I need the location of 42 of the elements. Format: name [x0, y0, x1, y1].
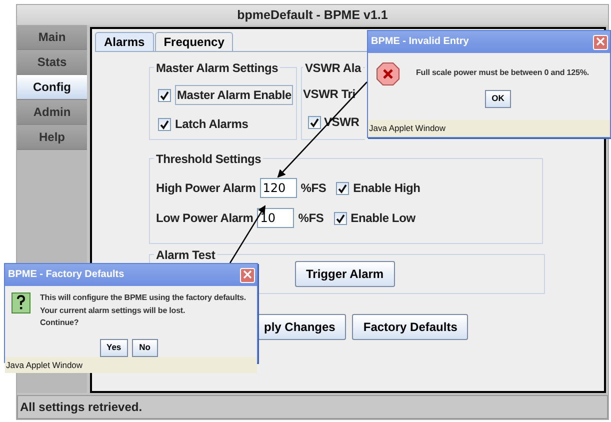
sidebar-item[interactable]: Admin	[17, 100, 87, 125]
checkbox-label: Enable High	[353, 180, 420, 197]
dialog-footer: Java Applet Window	[368, 120, 610, 137]
field-label: Low Power Alarm	[156, 210, 254, 227]
dialog-message: Full scale power must be between 0 and 125%.	[416, 67, 590, 79]
checkbox[interactable]	[334, 212, 347, 224]
unit-label: %FS	[298, 210, 324, 227]
sidebar-item[interactable]: Config	[17, 75, 87, 100]
number-field[interactable]: 10	[257, 208, 294, 228]
number-field[interactable]: 120	[260, 178, 297, 198]
checkbox[interactable]	[158, 118, 171, 130]
dialog-button[interactable]: No	[132, 338, 158, 356]
sidebar-item[interactable]: Stats	[17, 50, 87, 75]
dialog-message: This will configure the BPME using the factory defaults.	[40, 292, 247, 304]
dialog-message: Your current alarm settings will be lost.	[40, 304, 186, 317]
checkbox[interactable]	[158, 88, 171, 102]
checkbox-label: Master Alarm Enable	[175, 85, 294, 105]
checkbox[interactable]	[336, 182, 350, 194]
close-icon[interactable]	[240, 268, 255, 282]
close-icon[interactable]	[593, 34, 608, 50]
field-label: VSWR Tri	[303, 86, 356, 103]
checkbox[interactable]	[308, 116, 321, 128]
trigger-alarm-button[interactable]: Trigger Alarm	[295, 261, 395, 287]
field-label: High Power Alarm	[156, 180, 256, 197]
dialog-message: Continue?	[40, 317, 80, 329]
sidebar-item[interactable]: Help	[17, 125, 87, 150]
dialog-title: BPME - Factory Defaults	[8, 268, 124, 282]
unit-label: %FS	[300, 180, 326, 197]
window-title: bpmeDefault - BPME v1.1	[17, 5, 608, 25]
dialog-title: BPME - Invalid Entry	[371, 35, 469, 49]
tab[interactable]: Frequency	[154, 32, 234, 51]
status-bar: All settings retrieved.	[17, 395, 608, 419]
error-icon	[376, 62, 400, 86]
dialog-button[interactable]: OK	[484, 90, 512, 108]
action-button[interactable]: Factory Defaults	[352, 314, 468, 340]
dialog-footer: Java Applet Window	[5, 356, 257, 374]
checkbox-label: Latch Alarms	[175, 116, 248, 133]
sidebar-item[interactable]: Main	[17, 25, 87, 50]
question-icon	[11, 292, 31, 314]
dialog-button[interactable]: Yes	[100, 338, 128, 356]
tab[interactable]: Alarms	[95, 32, 154, 51]
checkbox-label: Enable Low	[350, 210, 416, 227]
